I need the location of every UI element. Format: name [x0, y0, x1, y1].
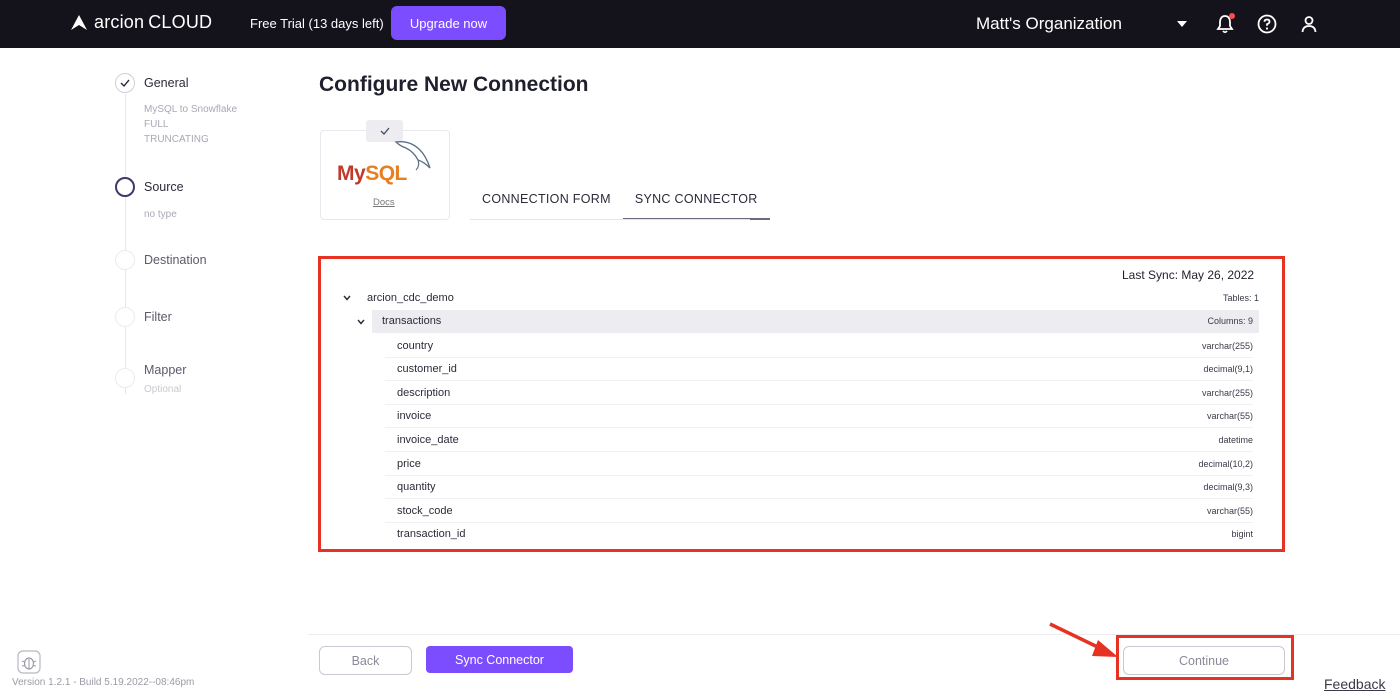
- notification-dot: [1229, 13, 1235, 19]
- column-type: varchar(255): [1201, 341, 1253, 351]
- sync-connector-button[interactable]: Sync Connector: [426, 646, 573, 673]
- schema-row[interactable]: arcion_cdc_demo Tables: 1: [340, 287, 1259, 310]
- column-name: invoice: [397, 410, 432, 422]
- step-general-detail: FULL: [144, 119, 169, 130]
- continue-button[interactable]: Continue: [1123, 646, 1285, 675]
- user-icon[interactable]: [1298, 13, 1320, 35]
- organization-name[interactable]: Matt's Organization: [976, 14, 1122, 34]
- table-column-count: Columns: 9: [1207, 316, 1253, 326]
- column-row[interactable]: quantity decimal(9,3): [385, 476, 1253, 499]
- mysql-logo-sql: SQL: [365, 162, 407, 185]
- column-row[interactable]: customer_id decimal(9,1): [385, 358, 1253, 381]
- step-source-detail: no type: [144, 209, 177, 220]
- brand-suffix: CLOUD: [148, 12, 213, 32]
- tab-sync-connector[interactable]: SYNC CONNECTOR: [622, 188, 770, 220]
- column-type: bigint: [1231, 529, 1253, 539]
- trial-status: Free Trial (13 days left): [250, 16, 384, 31]
- table-row[interactable]: transactions Columns: 9: [372, 310, 1259, 333]
- steps-connector-line: [125, 94, 126, 394]
- column-name: quantity: [397, 481, 436, 493]
- page-title: Configure New Connection: [319, 73, 589, 96]
- arcion-mark-icon: [71, 14, 87, 30]
- column-type: decimal(9,1): [1203, 364, 1253, 374]
- column-name: description: [397, 387, 451, 399]
- column-type: decimal(10,2): [1198, 459, 1253, 469]
- check-icon: [380, 127, 389, 135]
- column-name: country: [397, 340, 434, 352]
- column-type: datetime: [1218, 435, 1253, 445]
- upgrade-button[interactable]: Upgrade now: [391, 6, 506, 40]
- check-icon: [120, 79, 130, 88]
- step-destination-label[interactable]: Destination: [144, 253, 207, 267]
- column-row[interactable]: country varchar(255): [385, 335, 1253, 358]
- column-name: stock_code: [397, 505, 453, 517]
- column-row[interactable]: stock_code varchar(55): [385, 500, 1253, 523]
- back-button[interactable]: Back: [319, 646, 412, 675]
- connection-tabs: CONNECTION FORM SYNC CONNECTOR: [470, 188, 770, 220]
- version-label: Version 1.2.1 - Build 5.19.2022--08:46pm: [12, 677, 195, 688]
- table-name: transactions: [382, 315, 442, 327]
- mysql-logo-my: My: [337, 162, 366, 185]
- column-name: transaction_id: [397, 528, 466, 540]
- top-bar: arcion CLOUD Free Trial (13 days left) U…: [0, 0, 1400, 48]
- wizard-steps: General MySQL to Snowflake FULL TRUNCATI…: [0, 48, 300, 693]
- bug-report-icon[interactable]: [17, 650, 41, 674]
- step-source-circle[interactable]: [115, 177, 135, 197]
- feedback-link[interactable]: Feedback: [1324, 676, 1385, 692]
- column-type: decimal(9,3): [1203, 482, 1253, 492]
- step-filter-circle[interactable]: [115, 307, 135, 327]
- help-icon[interactable]: [1256, 13, 1278, 35]
- column-type: varchar(55): [1206, 411, 1253, 421]
- column-row[interactable]: price decimal(10,2): [385, 453, 1253, 476]
- docs-link[interactable]: Docs: [373, 197, 395, 208]
- tabs-divider: [470, 219, 750, 220]
- column-name: customer_id: [397, 363, 457, 375]
- chevron-down-icon[interactable]: [342, 293, 352, 303]
- brand-name: arcion: [94, 12, 145, 32]
- column-row[interactable]: description varchar(255): [385, 382, 1253, 405]
- step-filter-label[interactable]: Filter: [144, 310, 172, 324]
- arcion-logo[interactable]: arcion CLOUD: [70, 12, 212, 33]
- step-destination-circle[interactable]: [115, 250, 135, 270]
- column-row[interactable]: invoice varchar(55): [385, 405, 1253, 428]
- column-row[interactable]: invoice_date datetime: [385, 429, 1253, 452]
- tab-connection-form[interactable]: CONNECTION FORM: [470, 188, 623, 220]
- last-sync-label: Last Sync: May 26, 2022: [1122, 268, 1255, 282]
- column-row[interactable]: transaction_id bigint: [385, 523, 1253, 546]
- step-mapper-label[interactable]: Mapper: [144, 363, 186, 377]
- column-name: invoice_date: [397, 434, 459, 446]
- step-source-label[interactable]: Source: [144, 180, 184, 194]
- schema-table-count: Tables: 1: [1222, 293, 1259, 303]
- column-type: varchar(55): [1206, 506, 1253, 516]
- chevron-down-icon[interactable]: [356, 317, 366, 327]
- annotation-arrow-icon: [1049, 622, 1118, 657]
- schema-name: arcion_cdc_demo: [367, 292, 454, 304]
- chevron-down-icon[interactable]: [1177, 21, 1187, 27]
- column-name: price: [397, 458, 421, 470]
- step-general-label[interactable]: General: [144, 76, 188, 90]
- step-general-detail: TRUNCATING: [144, 134, 209, 145]
- mysql-logo: MySQL: [337, 162, 407, 186]
- step-general-detail: MySQL to Snowflake: [144, 104, 238, 115]
- step-mapper-circle[interactable]: [115, 368, 135, 388]
- step-mapper-detail: Optional: [144, 384, 182, 395]
- column-type: varchar(255): [1201, 388, 1253, 398]
